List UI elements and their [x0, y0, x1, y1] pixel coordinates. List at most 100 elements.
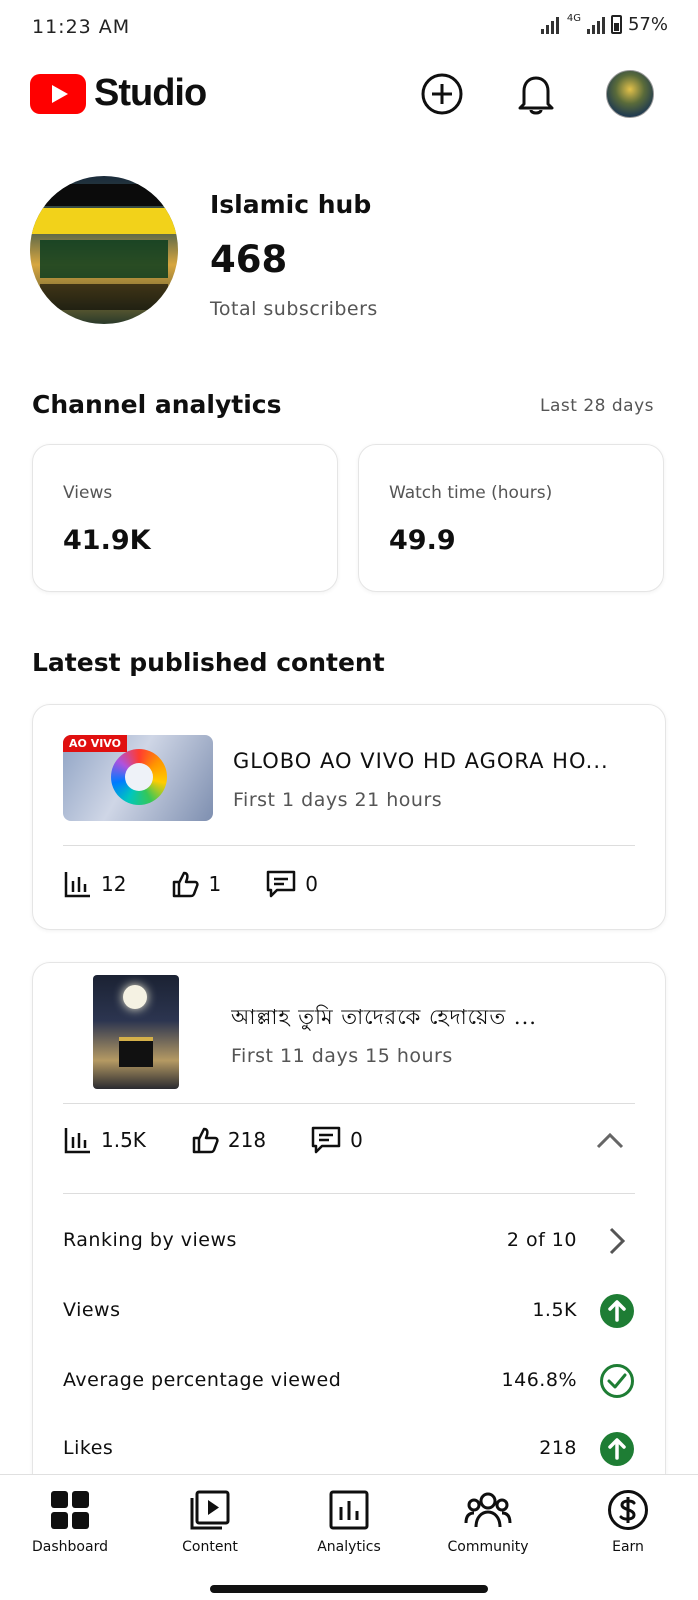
- bottom-navigation: Dashboard Content Analytics Community Ea…: [0, 1474, 698, 1600]
- analytics-range: Last 28 days: [540, 396, 654, 416]
- logo-text: Studio: [94, 72, 207, 114]
- nav-label: Earn: [612, 1539, 644, 1555]
- earn-icon: [608, 1490, 648, 1530]
- home-indicator[interactable]: [210, 1585, 488, 1593]
- app-bar: Studio: [0, 64, 698, 128]
- thumbs-up-icon: [192, 1127, 219, 1154]
- likes-count: 218: [227, 1128, 267, 1152]
- battery-icon: [610, 15, 622, 34]
- video-age: First 1 days 21 hours: [233, 789, 443, 811]
- channel-name: Islamic hub: [210, 190, 372, 219]
- video-thumbnail[interactable]: AO VIVO: [63, 735, 213, 821]
- app-actions: [418, 70, 654, 118]
- globo-logo-icon: [111, 749, 167, 805]
- community-icon: [464, 1492, 512, 1528]
- youtube-studio-logo[interactable]: Studio: [30, 72, 207, 115]
- collapse-button[interactable]: [595, 1131, 625, 1155]
- avatar-art-band: [40, 240, 168, 278]
- check-circle-icon: [600, 1364, 634, 1398]
- video-title[interactable]: আল্লাহ তুমি তাদেরকে হেদায়েত ...: [231, 1001, 631, 1036]
- account-avatar[interactable]: [606, 70, 654, 118]
- likes-count: 1: [208, 872, 222, 896]
- kaaba-graphic: [119, 1037, 153, 1067]
- stat-value: 41.9K: [63, 525, 151, 556]
- divider: [63, 845, 635, 846]
- latest-content-title: Latest published content: [32, 648, 385, 677]
- detail-label: Average percentage viewed: [63, 1369, 342, 1391]
- network-type: 4G: [566, 13, 581, 24]
- detail-value: 146.8%: [501, 1369, 577, 1391]
- avatar-art-band: [40, 184, 168, 206]
- likes-metric: 218: [190, 1125, 266, 1155]
- bar-chart-icon: [64, 872, 90, 898]
- nav-label: Content: [182, 1539, 238, 1555]
- video-card[interactable]: AO VIVO GLOBO AO VIVO HD AGORA HO... Fir…: [32, 704, 666, 930]
- avatar-art-band: [32, 208, 176, 234]
- status-time: 11:23 AM: [32, 16, 131, 38]
- comments-metric: 0: [310, 1125, 363, 1155]
- comment-icon: [311, 1126, 341, 1154]
- nav-analytics[interactable]: Analytics: [289, 1489, 409, 1555]
- nav-community[interactable]: Community: [428, 1489, 548, 1555]
- thumbnail-tag: AO VIVO: [63, 735, 127, 752]
- add-circle-icon: [421, 73, 463, 115]
- detail-label: Likes: [63, 1437, 114, 1459]
- views-detail-row: Views 1.5K: [63, 1291, 635, 1331]
- detail-label: Ranking by views: [63, 1229, 237, 1251]
- likes-metric: 1: [170, 869, 221, 899]
- content-icon: [190, 1490, 230, 1530]
- stat-value: 49.9: [389, 525, 456, 556]
- analytics-icon: [329, 1490, 369, 1530]
- subscriber-count: 468: [210, 238, 288, 281]
- video-thumbnail[interactable]: [93, 975, 179, 1089]
- analytics-title: Channel analytics: [32, 390, 282, 419]
- detail-value: 2 of 10: [506, 1229, 577, 1251]
- comment-icon: [266, 870, 296, 898]
- bar-chart-icon: [64, 1128, 90, 1154]
- detail-value: 218: [539, 1437, 577, 1459]
- thumbs-up-icon: [173, 871, 200, 898]
- nav-dashboard[interactable]: Dashboard: [10, 1489, 130, 1555]
- video-title[interactable]: GLOBO AO VIVO HD AGORA HO...: [233, 749, 633, 773]
- channel-header: Islamic hub 468 Total subscribers: [30, 176, 670, 336]
- avatar-art-band: [40, 284, 168, 310]
- nav-earn[interactable]: Earn: [568, 1489, 688, 1555]
- video-card-expanded[interactable]: আল্লাহ তুমি তাদেরকে হেদায়েত ... First 1…: [32, 962, 666, 1502]
- youtube-logo-icon: [30, 73, 86, 114]
- views-metric: 1.5K: [63, 1125, 146, 1155]
- create-button[interactable]: [418, 70, 466, 118]
- signal-icon: [540, 16, 559, 34]
- views-stat-card[interactable]: Views 41.9K: [32, 444, 338, 592]
- dashboard-icon: [51, 1491, 89, 1529]
- battery-level: 57%: [627, 14, 668, 35]
- video-metrics: 1.5K 218 0: [63, 1125, 407, 1155]
- comments-count: 0: [305, 872, 318, 896]
- views-count: 12: [101, 872, 127, 896]
- detail-value: 1.5K: [532, 1299, 577, 1321]
- status-indicators: 4G 57%: [540, 13, 668, 35]
- bell-icon: [518, 76, 554, 115]
- comments-count: 0: [350, 1128, 363, 1152]
- arrow-up-icon: [600, 1432, 634, 1466]
- stat-label: Views: [63, 483, 113, 503]
- nav-label: Dashboard: [32, 1539, 108, 1555]
- views-count: 1.5K: [101, 1128, 146, 1152]
- video-age: First 11 days 15 hours: [231, 1045, 453, 1067]
- divider: [63, 1103, 635, 1104]
- divider: [63, 1193, 635, 1194]
- moon-graphic: [123, 985, 147, 1009]
- chevron-right-icon: [609, 1227, 626, 1255]
- status-bar: 11:23 AM 4G 57%: [0, 0, 698, 56]
- likes-detail-row: Likes 218: [63, 1429, 635, 1469]
- views-metric: 12: [63, 869, 126, 899]
- channel-avatar[interactable]: [30, 176, 178, 324]
- nav-label: Community: [447, 1539, 529, 1555]
- notifications-button[interactable]: [512, 70, 560, 118]
- stat-label: Watch time (hours): [389, 483, 553, 503]
- nav-content[interactable]: Content: [150, 1489, 270, 1555]
- arrow-up-icon: [600, 1294, 634, 1328]
- watch-time-stat-card[interactable]: Watch time (hours) 49.9: [358, 444, 664, 592]
- nav-label: Analytics: [317, 1539, 381, 1555]
- signal-icon-2: [586, 16, 605, 34]
- ranking-row[interactable]: Ranking by views 2 of 10: [63, 1221, 635, 1261]
